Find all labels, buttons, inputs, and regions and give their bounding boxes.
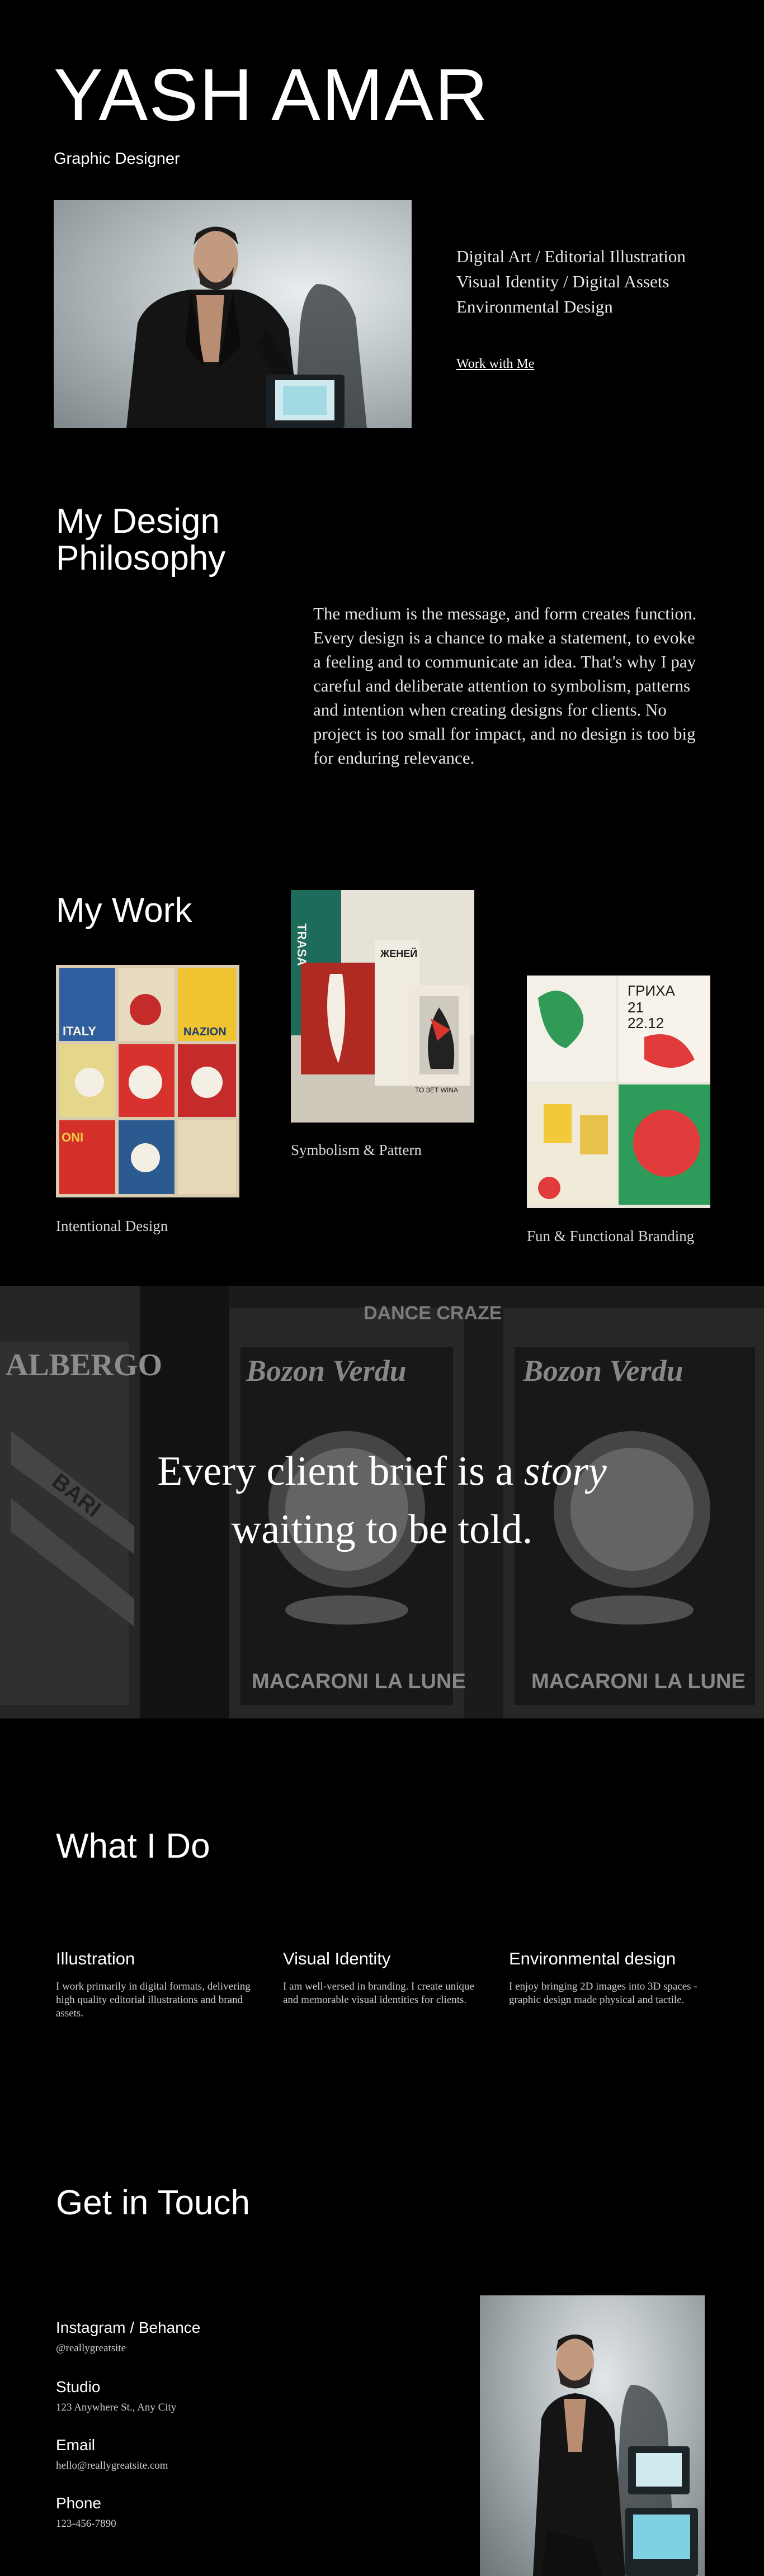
work-image-symbolism-pattern[interactable]: TRASA ЖЕНЕЙ TO ЗЕТ WINA	[291, 890, 474, 1123]
hero-name: YASH AMAR	[54, 54, 489, 136]
hero-role: Graphic Designer	[54, 150, 180, 168]
poster-text: TO ЗЕТ WINA	[415, 1086, 458, 1094]
work-image-fun-functional-branding[interactable]: ГРИХА 21 22.12	[527, 976, 710, 1208]
work-caption: Fun & Functional Branding	[527, 1228, 695, 1244]
contact-value-email[interactable]: hello@reallygreatsite.com	[56, 2460, 168, 2472]
service-title-environmental-design: Environmental design	[509, 1949, 676, 1968]
contact-label-studio: Studio	[56, 2378, 101, 2395]
hero-service-item: Digital Art / Editorial Illustration	[456, 247, 686, 266]
work-image-intentional-design[interactable]: ITALY NAZION ONI	[56, 965, 239, 1197]
poster-text: ГРИХА	[628, 982, 675, 999]
work-caption: Intentional Design	[56, 1218, 168, 1234]
service-title-visual-identity: Visual Identity	[283, 1949, 391, 1968]
service-title-illustration: Illustration	[56, 1949, 135, 1968]
poster-text: ONI	[62, 1130, 83, 1144]
service-text: I work primarily in digital formats, del…	[56, 1981, 251, 2019]
contact-title: Get in Touch	[56, 2184, 250, 2222]
work-title: My Work	[56, 891, 192, 930]
quote-text: waiting to be told.	[231, 1507, 533, 1552]
work-with-me-link[interactable]: Work with Me	[456, 357, 534, 372]
philosophy-title: My Design Philosophy	[56, 502, 226, 577]
contact-value-phone[interactable]: 123-456-7890	[56, 2518, 116, 2530]
banner-quote: Every client brief is a story waiting to…	[0, 1442, 764, 1559]
contact-portrait-image	[480, 2295, 705, 2576]
philosophy-text: The medium is the message, and form crea…	[313, 604, 697, 768]
poster-text: TRASA	[295, 924, 309, 966]
contact-value-social[interactable]: @reallygreatsite	[56, 2342, 126, 2355]
poster-text: ЖЕНЕЙ	[380, 948, 417, 959]
quote-text: Every client brief is a	[157, 1448, 524, 1494]
hero-portrait-image	[54, 200, 412, 428]
quote-emphasis: story	[524, 1448, 607, 1494]
poster-text: 22.12	[628, 1015, 664, 1031]
what-i-do-title: What I Do	[56, 1827, 210, 1865]
contact-value-studio: 123 Anywhere St., Any City	[56, 2402, 177, 2413]
hero-service-item: Visual Identity / Digital Assets	[456, 272, 669, 291]
contact-label-email: Email	[56, 2436, 96, 2454]
poster-text: NAZION	[183, 1026, 227, 1038]
contact-label-phone: Phone	[56, 2494, 101, 2512]
poster-text: ITALY	[63, 1024, 96, 1038]
work-caption: Symbolism & Pattern	[291, 1142, 422, 1158]
service-text: I enjoy bringing 2D images into 3D space…	[509, 1981, 697, 2006]
service-text: I am well-versed in branding. I create u…	[283, 1981, 474, 2006]
hero-service-item: Environmental Design	[456, 297, 613, 316]
hero-services-list: Digital Art / Editorial Illustration Vis…	[456, 244, 686, 319]
contact-label-social: Instagram / Behance	[56, 2319, 201, 2336]
poster-text: 21	[628, 999, 644, 1016]
